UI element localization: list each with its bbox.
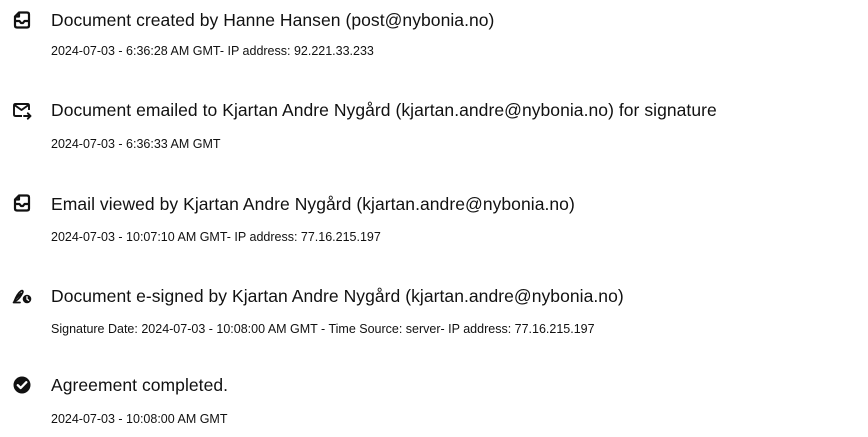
event-title: Document created by Hanne Hansen (post@n…: [51, 10, 495, 30]
event-title: Agreement completed.: [51, 375, 229, 395]
event-detail: 2024-07-03 - 10:07:10 AM GMT- IP address…: [51, 230, 381, 244]
document-icon: [12, 10, 32, 30]
event-title: Document e-signed by Kjartan Andre Nygår…: [51, 286, 624, 306]
event-detail: 2024-07-03 - 6:36:28 AM GMT- IP address:…: [51, 44, 374, 58]
event-detail: 2024-07-03 - 6:36:33 AM GMT: [51, 137, 221, 151]
signature-icon: [12, 285, 32, 305]
check-circle-icon: [12, 375, 32, 395]
event-title: Document emailed to Kjartan Andre Nygård…: [51, 100, 717, 120]
audit-trail: Document created by Hanne Hansen (post@n…: [0, 0, 868, 437]
event-detail: 2024-07-03 - 10:08:00 AM GMT: [51, 412, 228, 426]
email-send-icon: [12, 101, 32, 121]
document-icon: [12, 193, 32, 213]
event-detail: Signature Date: 2024-07-03 - 10:08:00 AM…: [51, 322, 595, 336]
event-title: Email viewed by Kjartan Andre Nygård (kj…: [51, 194, 575, 214]
